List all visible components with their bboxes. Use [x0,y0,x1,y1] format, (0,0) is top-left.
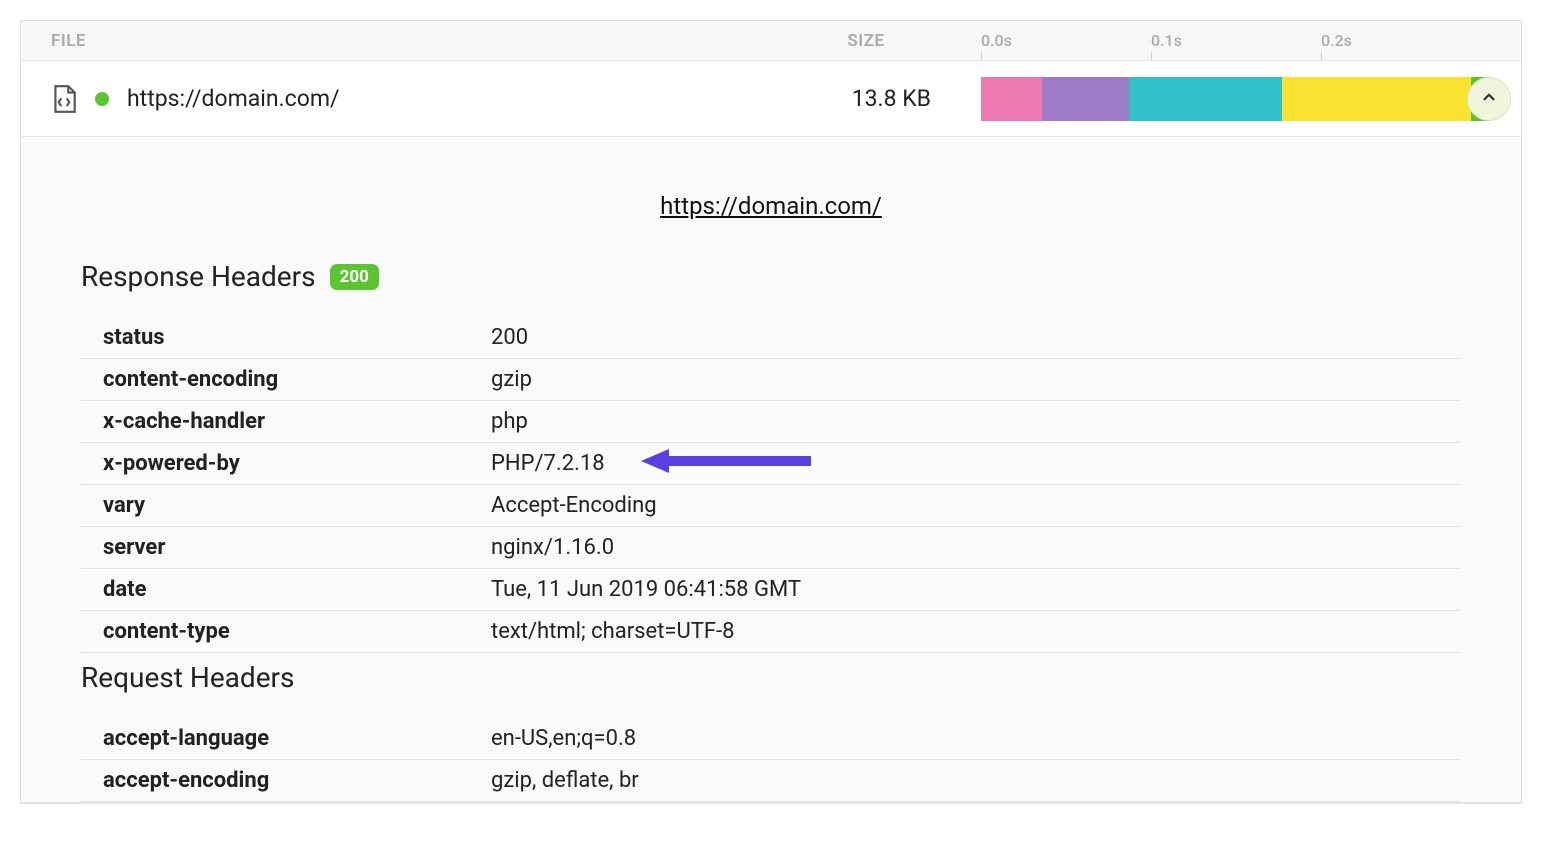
request-headers-table: accept-languageen-US,en;q=0.8accept-enco… [81,718,1461,802]
header-key: x-cache-handler [81,401,491,443]
header-value: text/html; charset=UTF-8 [491,611,1461,653]
table-row: status200 [81,317,1461,359]
table-header: FILE SIZE 0.0s 0.1s 0.2s [21,21,1521,61]
table-row: content-encodinggzip [81,359,1461,401]
header-value: gzip, deflate, br [491,760,1461,802]
document-code-icon [51,84,77,114]
timing-segment [981,77,1042,121]
table-row: varyAccept-Encoding [81,485,1461,527]
table-row: content-typetext/html; charset=UTF-8 [81,611,1461,653]
timeline-tick: 0.0s [981,21,1151,60]
header-key: vary [81,485,491,527]
table-row: accept-languageen-US,en;q=0.8 [81,718,1461,760]
header-key: content-type [81,611,491,653]
header-value: nginx/1.16.0 [491,527,1461,569]
header-key: server [81,527,491,569]
file-cell: https://domain.com/ [51,84,791,114]
size-cell: 13.8 KB [791,85,941,112]
timeline-tick: 0.1s [1151,21,1321,60]
status-badge: 200 [330,264,379,290]
header-key: accept-language [81,718,491,760]
response-headers-title-row: Response Headers 200 [81,260,1461,293]
header-key: status [81,317,491,359]
arrow-left-icon [641,446,811,482]
response-headers-table: status200content-encodinggzipx-cache-han… [81,317,1461,653]
table-row: dateTue, 11 Jun 2019 06:41:58 GMT [81,569,1461,611]
timeline-header: 0.0s 0.1s 0.2s [981,21,1491,60]
request-row[interactable]: https://domain.com/ 13.8 KB [21,61,1521,137]
timing-segment [1129,77,1282,121]
header-value: 200 [491,317,1461,359]
header-key: content-encoding [81,359,491,401]
header-value: gzip [491,359,1461,401]
header-value: en-US,en;q=0.8 [491,718,1461,760]
timing-segment [1282,77,1471,121]
header-value: Accept-Encoding [491,485,1461,527]
request-url: https://domain.com/ [127,85,339,112]
header-value: php [491,401,1461,443]
request-details-panel: https://domain.com/ Response Headers 200… [21,137,1521,803]
header-value: Tue, 11 Jun 2019 06:41:58 GMT [491,569,1461,611]
table-row: x-powered-byPHP/7.2.18 [81,443,1461,485]
column-header-file[interactable]: FILE [51,31,791,51]
header-key: x-powered-by [81,443,491,485]
table-row: x-cache-handlerphp [81,401,1461,443]
column-header-size[interactable]: SIZE [791,31,941,51]
status-dot-icon [95,92,109,106]
timing-segment [1042,77,1129,121]
response-headers-title: Response Headers [81,260,316,293]
header-key: accept-encoding [81,760,491,802]
chevron-up-icon [1480,88,1498,110]
header-key: date [81,569,491,611]
timeline-tick: 0.2s [1321,21,1491,60]
header-value: PHP/7.2.18 [491,443,1461,485]
waterfall-bar [981,77,1491,121]
collapse-button[interactable] [1467,77,1511,121]
table-row: accept-encodinggzip, deflate, br [81,760,1461,802]
network-panel: FILE SIZE 0.0s 0.1s 0.2s https://domain.… [20,20,1522,804]
request-headers-title: Request Headers [81,661,1461,694]
table-row: servernginx/1.16.0 [81,527,1461,569]
request-detail-url-link[interactable]: https://domain.com/ [81,192,1461,220]
